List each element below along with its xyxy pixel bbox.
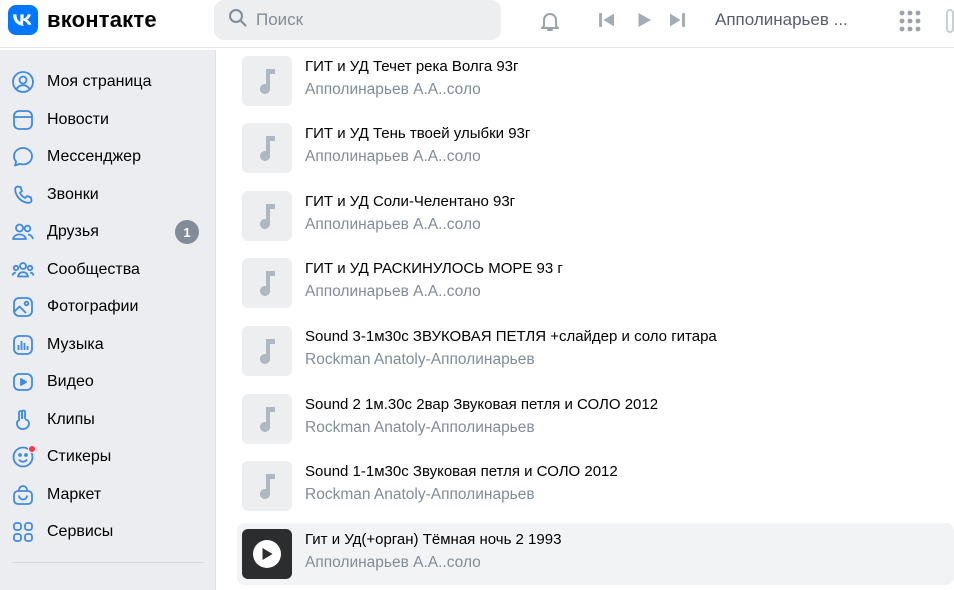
- track-title[interactable]: Гит и Уд(+орган) Тёмная ночь 2 1993: [305, 531, 561, 548]
- music-note-icon: [260, 339, 275, 364]
- track-title[interactable]: Sound 1-1м30с Звуковая петля и СОЛО 2012: [305, 463, 618, 480]
- track-row[interactable]: Sound 2 1м.30с 2вар Звуковая петля и СОЛ…: [237, 388, 954, 450]
- track-artist[interactable]: Апполинарьев А.А..соло: [305, 554, 481, 572]
- sidebar-item-label: Новости: [47, 111, 109, 128]
- logo-text: вконтакте: [47, 7, 157, 32]
- clips-icon: [11, 408, 35, 432]
- sticker-icon: [11, 445, 36, 469]
- music-icon: [11, 333, 35, 357]
- sidebar-item-label: Стикеры: [47, 448, 112, 465]
- sidebar-item-label: Звонки: [47, 186, 99, 203]
- track-artist[interactable]: Rockman Anatoly-Апполинарьев: [305, 351, 535, 369]
- track-title[interactable]: ГИТ и УД Соли-Челентано 93г: [305, 193, 515, 210]
- sidebar-item-label: Маркет: [47, 486, 102, 503]
- sidebar-item-communities[interactable]: Сообщества: [0, 253, 216, 287]
- track-cover[interactable]: [242, 56, 292, 106]
- sidebar-item-label: Друзья: [47, 223, 99, 240]
- sidebar-item-photos[interactable]: Фотографии: [0, 290, 216, 324]
- left-sidebar: Моя страница Новости Мессенджер Звонки Д…: [0, 50, 216, 590]
- sidebar-item-calls[interactable]: Звонки: [0, 178, 216, 212]
- sidebar-item-my-page[interactable]: Моя страница: [0, 65, 216, 99]
- track-artist[interactable]: Апполинарьев А.А..соло: [305, 283, 481, 301]
- music-note-icon: [260, 474, 275, 499]
- sidebar-item-label: Мессенджер: [47, 148, 141, 165]
- track-cover[interactable]: [242, 326, 292, 376]
- music-note-icon: [260, 136, 275, 161]
- play-track-icon[interactable]: [253, 540, 281, 568]
- sidebar-item-label: Видео: [47, 373, 94, 390]
- track-artist[interactable]: Апполинарьев А.А..соло: [305, 148, 481, 166]
- newsfeed-icon: [11, 108, 35, 132]
- apps-grid-icon[interactable]: [897, 8, 923, 34]
- sidebar-item-clips[interactable]: Клипы: [0, 403, 216, 437]
- track-artist[interactable]: Апполинарьев А.А..соло: [305, 216, 481, 234]
- track-cover[interactable]: [242, 258, 292, 308]
- track-row-active[interactable]: Гит и Уд(+орган) Тёмная ночь 2 1993 Аппо…: [237, 523, 954, 585]
- friends-icon: [11, 220, 35, 244]
- notification-dot: [28, 445, 36, 453]
- sidebar-item-label: Сообщества: [47, 261, 140, 278]
- video-icon: [11, 370, 35, 394]
- sidebar-item-label: Сервисы: [47, 523, 114, 540]
- track-row[interactable]: ГИТ и УД РАСКИНУЛОСЬ МОРЕ 93 г Апполинар…: [237, 252, 954, 314]
- music-note-icon: [260, 407, 275, 432]
- sidebar-item-services[interactable]: Сервисы: [0, 515, 216, 549]
- bell-icon[interactable]: [536, 7, 564, 35]
- search-icon: [228, 8, 248, 33]
- music-note-icon: [260, 69, 275, 94]
- photo-icon: [11, 295, 35, 319]
- track-row[interactable]: Sound 1-1м30с Звуковая петля и СОЛО 2012…: [237, 455, 954, 517]
- sidebar-item-stickers[interactable]: Стикеры: [0, 440, 216, 474]
- track-row[interactable]: ГИТ и УД Тень твоей улыбки 93г Апполинар…: [237, 117, 954, 179]
- friends-count-badge: 1: [175, 220, 199, 244]
- track-row[interactable]: ГИТ и УД Соли-Челентано 93г Апполинарьев…: [237, 185, 954, 247]
- track-artist[interactable]: Апполинарьев А.А..соло: [305, 81, 481, 99]
- search-input[interactable]: [256, 10, 486, 30]
- communities-icon: [11, 258, 35, 282]
- sidebar-item-label: Музыка: [47, 336, 104, 353]
- track-title[interactable]: ГИТ и УД РАСКИНУЛОСЬ МОРЕ 93 г: [305, 260, 563, 277]
- sidebar-item-friends[interactable]: Друзья 1: [0, 215, 216, 249]
- track-row[interactable]: ГИТ и УД Течет река Волга 93г Апполинарь…: [237, 50, 954, 112]
- phone-icon: [11, 183, 35, 207]
- user-circle-icon: [11, 70, 35, 94]
- previous-track-icon[interactable]: [596, 9, 618, 31]
- audio-track-list: ГИТ и УД Течет река Волга 93г Апполинарь…: [217, 50, 954, 590]
- services-icon: [11, 520, 35, 544]
- track-artist[interactable]: Rockman Anatoly-Апполинарьев: [305, 419, 535, 437]
- track-title[interactable]: Sound 2 1м.30с 2вар Звуковая петля и СОЛ…: [305, 396, 658, 413]
- sidebar-item-label: Клипы: [47, 411, 95, 428]
- track-title[interactable]: ГИТ и УД Тень твоей улыбки 93г: [305, 125, 530, 142]
- track-cover[interactable]: [242, 529, 292, 579]
- avatar[interactable]: [938, 9, 954, 33]
- now-playing-title[interactable]: Апполинарьев ...: [715, 10, 848, 30]
- track-title[interactable]: Sound 3-1м30с ЗВУКОВАЯ ПЕТЛЯ +слайдер и …: [305, 328, 717, 345]
- sidebar-item-label: Моя страница: [47, 73, 152, 90]
- search-box[interactable]: [214, 0, 501, 40]
- track-cover[interactable]: [242, 191, 292, 241]
- sidebar-item-news[interactable]: Новости: [0, 103, 216, 137]
- play-icon[interactable]: [633, 9, 655, 31]
- sidebar-item-label: Фотографии: [47, 298, 139, 315]
- vk-logo[interactable]: вконтакте: [8, 5, 157, 35]
- message-icon: [11, 145, 35, 169]
- vk-logo-icon: [8, 5, 38, 35]
- track-cover[interactable]: [242, 123, 292, 173]
- track-cover[interactable]: [242, 461, 292, 511]
- sidebar-item-messenger[interactable]: Мессенджер: [0, 140, 216, 174]
- sidebar-item-market[interactable]: Маркет: [0, 478, 216, 512]
- track-title[interactable]: ГИТ и УД Течет река Волга 93г: [305, 58, 519, 75]
- market-icon: [11, 483, 35, 507]
- top-header: вконтакте Апполинарьев ...: [0, 0, 954, 48]
- music-note-icon: [260, 271, 275, 296]
- track-row[interactable]: Sound 3-1м30с ЗВУКОВАЯ ПЕТЛЯ +слайдер и …: [237, 320, 954, 382]
- music-note-icon: [260, 204, 275, 229]
- track-cover[interactable]: [242, 394, 292, 444]
- sidebar-item-video[interactable]: Видео: [0, 365, 216, 399]
- sidebar-item-music[interactable]: Музыка: [0, 328, 216, 362]
- track-artist[interactable]: Rockman Anatoly-Апполинарьев: [305, 486, 535, 504]
- sidebar-divider: [12, 562, 204, 563]
- next-track-icon[interactable]: [666, 9, 688, 31]
